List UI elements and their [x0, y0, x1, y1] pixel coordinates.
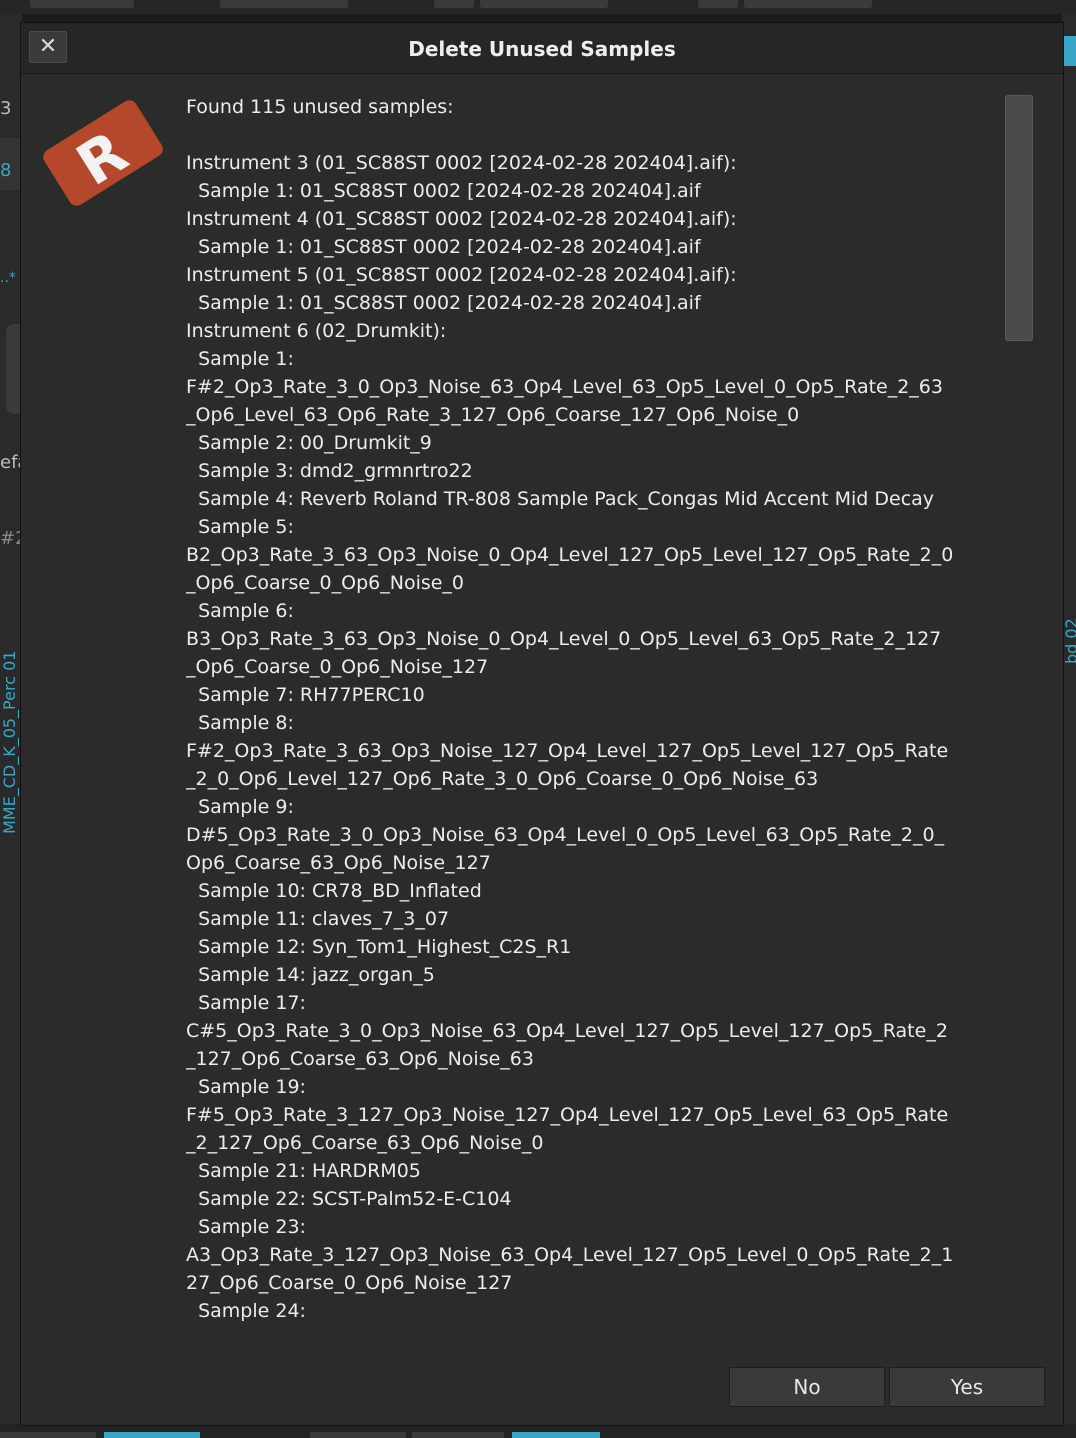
toolbar-control[interactable] — [220, 0, 348, 8]
close-icon: ✕ — [38, 34, 58, 59]
dialog-title: Delete Unused Samples — [408, 37, 676, 61]
app-toolbar — [0, 0, 1076, 14]
bg-accent — [1062, 36, 1076, 66]
message-line: F#5_Op3_Rate_3_127_Op3_Noise_127_Op4_Lev… — [186, 1104, 949, 1126]
message-line: Sample 10: CR78_BD_Inflated — [186, 880, 482, 902]
message-line: Sample 21: HARDRM05 — [186, 1160, 421, 1182]
app-statusbar — [0, 1424, 1076, 1438]
toolbar-control[interactable] — [480, 0, 608, 8]
no-button[interactable]: No — [729, 1367, 885, 1407]
toolbar-control[interactable] — [744, 0, 872, 8]
message-line: F#2_Op3_Rate_3_0_Op3_Noise_63_Op4_Level_… — [186, 376, 943, 398]
message-line: A3_Op3_Rate_3_127_Op3_Noise_63_Op4_Level… — [186, 1244, 954, 1266]
yes-button[interactable]: Yes — [889, 1367, 1045, 1407]
message-line — [186, 121, 1006, 149]
scrollbar-thumb[interactable] — [1005, 95, 1033, 341]
message-line: Found 115 unused samples: — [186, 96, 454, 118]
dialog-message: Found 115 unused samples: Instrument 3 (0… — [186, 93, 1006, 1333]
message-line: Instrument 3 (01_SC88ST 0002 [2024-02-28… — [186, 152, 737, 174]
message-line: Instrument 4 (01_SC88ST 0002 [2024-02-28… — [186, 208, 737, 230]
statusbar-control[interactable] — [310, 1432, 406, 1438]
statusbar-control[interactable] — [512, 1432, 600, 1438]
message-line: Instrument 6 (02_Drumkit): — [186, 320, 447, 342]
app-right-panel: bd 02 — [1062, 14, 1076, 1424]
message-line: Sample 1: 01_SC88ST 0002 [2024-02-28 202… — [186, 292, 701, 314]
message-line: Sample 8: — [186, 712, 294, 734]
message-line: B2_Op3_Rate_3_63_Op3_Noise_0_Op4_Level_1… — [186, 544, 954, 566]
bg-vertical-label: bd 02 — [1062, 618, 1076, 664]
message-line: Sample 9: — [186, 796, 294, 818]
message-line: B3_Op3_Rate_3_63_Op3_Noise_0_Op4_Level_0… — [186, 628, 942, 650]
close-button[interactable]: ✕ — [29, 31, 67, 63]
toolbar-control[interactable] — [698, 0, 738, 8]
message-line: Sample 5: — [186, 516, 294, 538]
bg-text: 3 — [0, 98, 12, 119]
message-line: D#5_Op3_Rate_3_0_Op3_Noise_63_Op4_Level_… — [186, 824, 945, 846]
bg-text: 8 — [0, 160, 12, 181]
message-line: _127_Op6_Coarse_63_Op6_Noise_63 — [186, 1048, 534, 1070]
message-line: Sample 23: — [186, 1216, 306, 1238]
message-line: Sample 24: — [186, 1300, 306, 1322]
statusbar-control[interactable] — [0, 1432, 96, 1438]
message-line: Op6_Coarse_63_Op6_Noise_127 — [186, 852, 491, 874]
message-line: Sample 1: 01_SC88ST 0002 [2024-02-28 202… — [186, 236, 701, 258]
message-line: F#2_Op3_Rate_3_63_Op3_Noise_127_Op4_Leve… — [186, 740, 949, 762]
message-line: Sample 1: — [186, 348, 294, 370]
bg-text: efa — [0, 452, 22, 473]
statusbar-control[interactable] — [412, 1432, 504, 1438]
message-line: _2_0_Op6_Level_127_Op6_Rate_3_0_Op6_Coar… — [186, 768, 819, 790]
delete-unused-samples-dialog: Delete Unused Samples ✕ R Found 115 unus… — [20, 22, 1064, 1426]
message-line: _Op6_Coarse_0_Op6_Noise_0 — [186, 572, 465, 594]
message-line: Sample 2: 00_Drumkit_9 — [186, 432, 432, 454]
message-line: Sample 11: claves_7_3_07 — [186, 908, 450, 930]
message-scrollbar[interactable] — [1005, 95, 1033, 1341]
message-line: C#5_Op3_Rate_3_0_Op3_Noise_63_Op4_Level_… — [186, 1020, 948, 1042]
statusbar-control[interactable] — [104, 1432, 200, 1438]
message-line: _2_127_Op6_Coarse_63_Op6_Noise_0 — [186, 1132, 544, 1154]
message-line: Sample 17: — [186, 992, 306, 1014]
message-line: Instrument 5 (01_SC88ST 0002 [2024-02-28… — [186, 264, 737, 286]
message-line: Sample 6: — [186, 600, 294, 622]
message-line: Sample 19: — [186, 1076, 306, 1098]
app-left-panel: 3 8 ..* efa #2 MME_CD_K_05_Perc 01 — [0, 14, 22, 1424]
bg-text: ..* — [0, 270, 16, 286]
dialog-titlebar: Delete Unused Samples ✕ — [21, 23, 1063, 74]
renoise-logo-icon: R — [43, 100, 163, 206]
message-line: Sample 22: SCST-Palm52-E-C104 — [186, 1188, 512, 1210]
message-line: 27_Op6_Coarse_0_Op6_Noise_127 — [186, 1272, 513, 1294]
message-line: _Op6_Level_63_Op6_Rate_3_127_Op6_Coarse_… — [186, 404, 800, 426]
message-line: _Op6_Coarse_0_Op6_Noise_127 — [186, 656, 489, 678]
message-line: Sample 1: 01_SC88ST 0002 [2024-02-28 202… — [186, 180, 701, 202]
bg-vertical-label: MME_CD_K_05_Perc 01 — [0, 650, 19, 834]
message-line: Sample 4: Reverb Roland TR-808 Sample Pa… — [186, 488, 935, 510]
message-line: Sample 12: Syn_Tom1_Highest_C2S_R1 — [186, 936, 572, 958]
bg-text: #2 — [0, 528, 22, 549]
message-line: Sample 7: RH77PERC10 — [186, 684, 425, 706]
toolbar-control[interactable] — [434, 0, 474, 8]
message-line: Sample 3: dmd2_grmnrtro22 — [186, 460, 473, 482]
toolbar-control[interactable] — [30, 0, 134, 8]
message-line: Sample 14: jazz_organ_5 — [186, 964, 435, 986]
